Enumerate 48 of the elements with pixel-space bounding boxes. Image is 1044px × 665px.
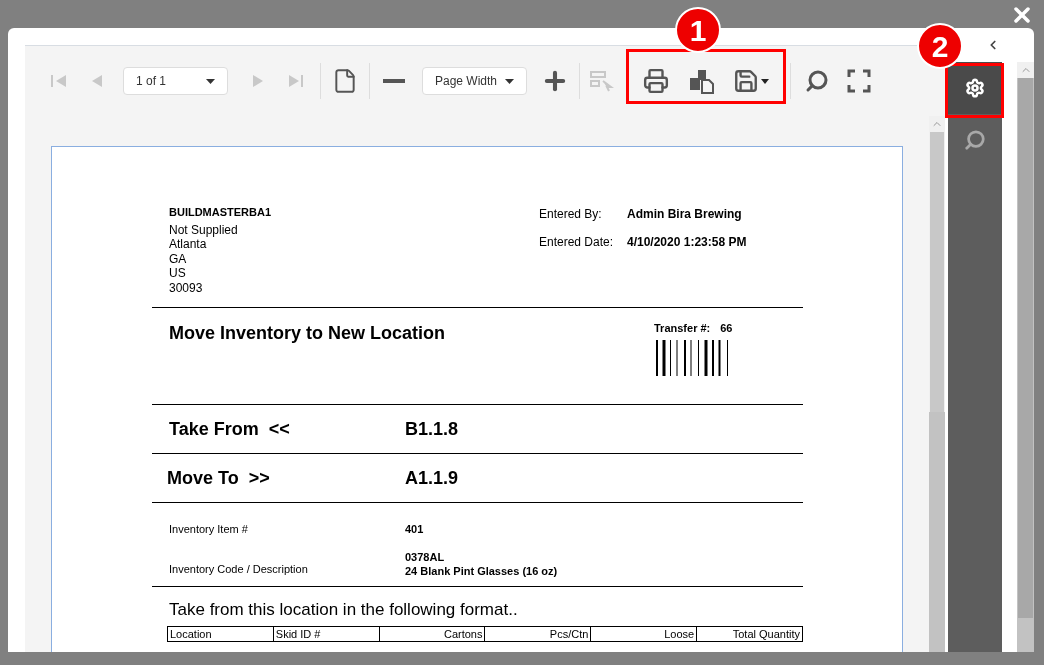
column-header: Location xyxy=(169,627,213,641)
search-icon xyxy=(964,129,986,151)
column-header: Total Quantity xyxy=(696,627,802,641)
field-value: Admin Bira Brewing xyxy=(627,206,742,223)
caret-icon xyxy=(761,78,769,84)
minus-icon xyxy=(383,79,405,83)
report-title: Move Inventory to New Location xyxy=(169,322,447,345)
highlight-frame xyxy=(945,63,1004,118)
settings-tab[interactable] xyxy=(948,62,1002,114)
printer-icon xyxy=(643,68,669,94)
page-icon xyxy=(332,68,358,94)
caret-icon xyxy=(206,78,215,84)
transfer-number: 66 xyxy=(720,321,733,336)
take-from-label: Take From << xyxy=(169,417,291,441)
company-name: BUILDMASTERBA1 xyxy=(169,205,273,220)
transfer-label: Transfer #: xyxy=(654,321,711,336)
fullscreen-icon xyxy=(847,69,871,93)
field-value: 401 xyxy=(405,522,424,537)
zoom-selector[interactable]: Page Width xyxy=(422,67,527,95)
column-header: Skid ID # xyxy=(272,627,379,641)
save-icon xyxy=(733,68,759,94)
page-selector[interactable]: 1 of 1 xyxy=(123,67,228,95)
address-line: Not Supplied xyxy=(169,222,239,237)
pages-icon xyxy=(688,68,716,94)
field-value: 0378AL xyxy=(405,549,446,564)
move-to-location: A1.1.9 xyxy=(405,466,459,490)
column-header: Pcs/Ctn xyxy=(484,627,591,641)
field-label: Inventory Code / Description xyxy=(169,562,309,577)
scrollbar-thumb[interactable] xyxy=(929,132,945,412)
field-label: Inventory Item # xyxy=(169,522,249,537)
column-header: Cartons xyxy=(378,627,485,641)
instruction-text: Take from this location in the following format.. xyxy=(168,598,519,621)
move-to-label: Move To >> xyxy=(167,466,271,490)
address-line: US xyxy=(169,266,187,281)
address-line: 30093 xyxy=(169,280,204,295)
address-line: GA xyxy=(169,251,188,266)
settings-icon xyxy=(965,78,985,98)
caret-icon xyxy=(505,78,514,84)
field-label: Entered By: xyxy=(539,206,603,223)
field-value: 4/10/2020 1:23:58 PM xyxy=(627,234,747,251)
address-line: Atlanta xyxy=(169,237,208,252)
step-badge: 1 xyxy=(675,7,721,53)
column-header: Loose xyxy=(590,627,697,641)
search-icon xyxy=(805,69,829,93)
selection-cursor-icon xyxy=(589,69,615,93)
field-value: 24 Blank Pint Glasses (16 oz) xyxy=(405,563,558,578)
field-label: Entered Date: xyxy=(539,234,615,251)
take-from-location: B1.1.8 xyxy=(405,417,459,441)
